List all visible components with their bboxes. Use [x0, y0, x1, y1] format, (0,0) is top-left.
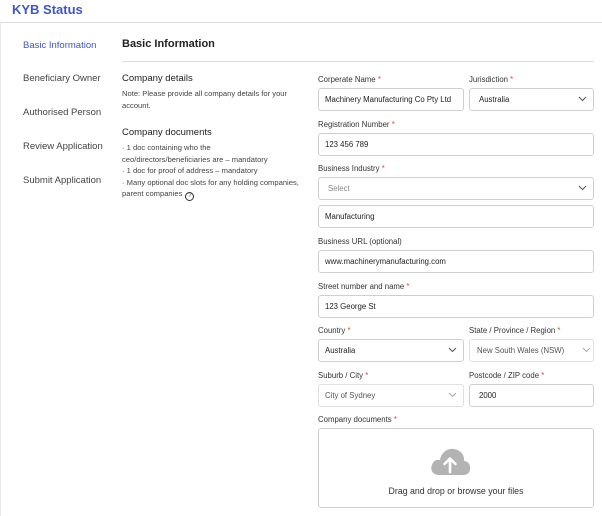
required-mark: * [541, 371, 545, 380]
required-mark: * [377, 75, 381, 84]
chevron-down-icon [578, 185, 587, 192]
suburb-select[interactable]: City of Sydney [318, 384, 464, 407]
registration-number-input[interactable]: 123 456 789 [318, 133, 594, 156]
label-text: Business Industry [318, 164, 380, 173]
field-value: www.machinerymanufacturing.com [325, 257, 446, 266]
label-text: Suburb / City [318, 371, 364, 380]
select-placeholder: Select [328, 184, 350, 193]
sidebar-item-beneficiary-owner[interactable]: Beneficiary Owner [23, 73, 101, 84]
label-text: Company documents [318, 415, 392, 424]
street-input[interactable]: 123 George St [318, 295, 594, 318]
chevron-down-icon [582, 347, 591, 354]
label-text: Registration Number [318, 120, 390, 129]
sidebar-item-basic-information[interactable]: Basic Information [23, 40, 96, 51]
company-documents-label: Company documents * [318, 415, 397, 424]
sidebar-item-authorised-person[interactable]: Authorised Person [23, 107, 101, 118]
file-dropzone[interactable]: Drag and drop or browse your files [318, 428, 594, 508]
business-industry-input[interactable]: Manufacturing [318, 205, 594, 228]
requirement-line: ceo/directors/beneficiaries are – mandat… [122, 154, 268, 164]
street-label: Street number and name * [318, 282, 409, 291]
requirement-line: · Many optional doc slots for any holdin… [122, 177, 299, 187]
business-url-label: Business URL (optional) [318, 237, 402, 246]
field-value: City of Sydney [325, 391, 376, 400]
business-industry-label: Business Industry * [318, 164, 385, 173]
page-title: Basic Information [122, 38, 215, 50]
postcode-label: Postcode / ZIP code * [469, 371, 544, 380]
note-line: Note: Please provide all company details… [122, 89, 288, 98]
country-label: Country * [318, 326, 351, 335]
required-mark: * [406, 282, 410, 291]
label-text: State / Province / Region [469, 326, 556, 335]
required-mark: * [381, 164, 385, 173]
country-select[interactable]: Australia [318, 339, 464, 362]
requirement-text: parent companies [122, 189, 183, 198]
requirement-line: · 1 doc containing who the [122, 143, 211, 152]
field-value: Australia [325, 346, 356, 355]
requirement-line: parent companies? [122, 188, 299, 201]
cloud-upload-icon [429, 445, 471, 479]
chevron-down-icon [448, 347, 457, 354]
label-text: Corperate Name [318, 75, 376, 84]
company-details-title: Company details [122, 73, 193, 84]
label-text: Jurisdiction [469, 75, 508, 84]
app-title: KYB Status [12, 2, 83, 17]
corporate-name-label: Corperate Name * [318, 75, 381, 84]
chevron-down-icon [578, 96, 587, 103]
label-text: Business URL (optional) [318, 237, 402, 246]
chevron-down-icon [448, 392, 457, 399]
suburb-label: Suburb / City * [318, 371, 368, 380]
required-mark: * [365, 371, 369, 380]
corporate-name-input[interactable]: Machinery Manufacturing Co Pty Ltd [318, 88, 464, 111]
field-value: 123 456 789 [325, 140, 369, 149]
jurisdiction-label: Jurisdiction * [469, 75, 513, 84]
field-value: 123 George St [325, 302, 376, 311]
state-select[interactable]: New South Wales (NSW) [469, 339, 594, 362]
help-icon[interactable]: ? [185, 192, 195, 201]
required-mark: * [510, 75, 514, 84]
registration-number-label: Registration Number * [318, 120, 395, 129]
required-mark: * [393, 415, 397, 424]
dropzone-text: Drag and drop or browse your files [388, 486, 524, 496]
postcode-input[interactable]: 2000 [469, 384, 594, 407]
title-divider [0, 22, 602, 23]
sidebar-item-review-application[interactable]: Review Application [23, 141, 103, 152]
required-mark: * [347, 326, 351, 335]
label-text: Street number and name [318, 282, 405, 291]
field-value: Manufacturing [325, 212, 375, 221]
field-value: Machinery Manufacturing Co Pty Ltd [325, 95, 452, 104]
company-documents-title: Company documents [122, 127, 212, 138]
business-industry-select[interactable]: Select [318, 177, 594, 200]
label-text: Postcode / ZIP code [469, 371, 540, 380]
field-value: 2000 [479, 391, 497, 400]
business-url-input[interactable]: www.machinerymanufacturing.com [318, 250, 594, 273]
requirement-line: · 1 doc for proof of address – mandatory [122, 166, 258, 175]
sidebar-item-submit-application[interactable]: Submit Application [23, 175, 101, 186]
required-mark: * [557, 326, 561, 335]
field-value: New South Wales (NSW) [477, 346, 565, 355]
field-value: Australia [479, 95, 510, 104]
state-label: State / Province / Region * [469, 326, 560, 335]
section-divider [122, 61, 594, 62]
left-border [0, 22, 1, 516]
required-mark: * [391, 120, 395, 129]
jurisdiction-select[interactable]: Australia [469, 88, 594, 111]
note-line: account. [122, 100, 151, 110]
company-details-note: Note: Please provide all company details… [122, 88, 287, 111]
company-documents-requirements: · 1 doc containing who the ceo/directors… [122, 142, 299, 201]
label-text: Country [318, 326, 346, 335]
